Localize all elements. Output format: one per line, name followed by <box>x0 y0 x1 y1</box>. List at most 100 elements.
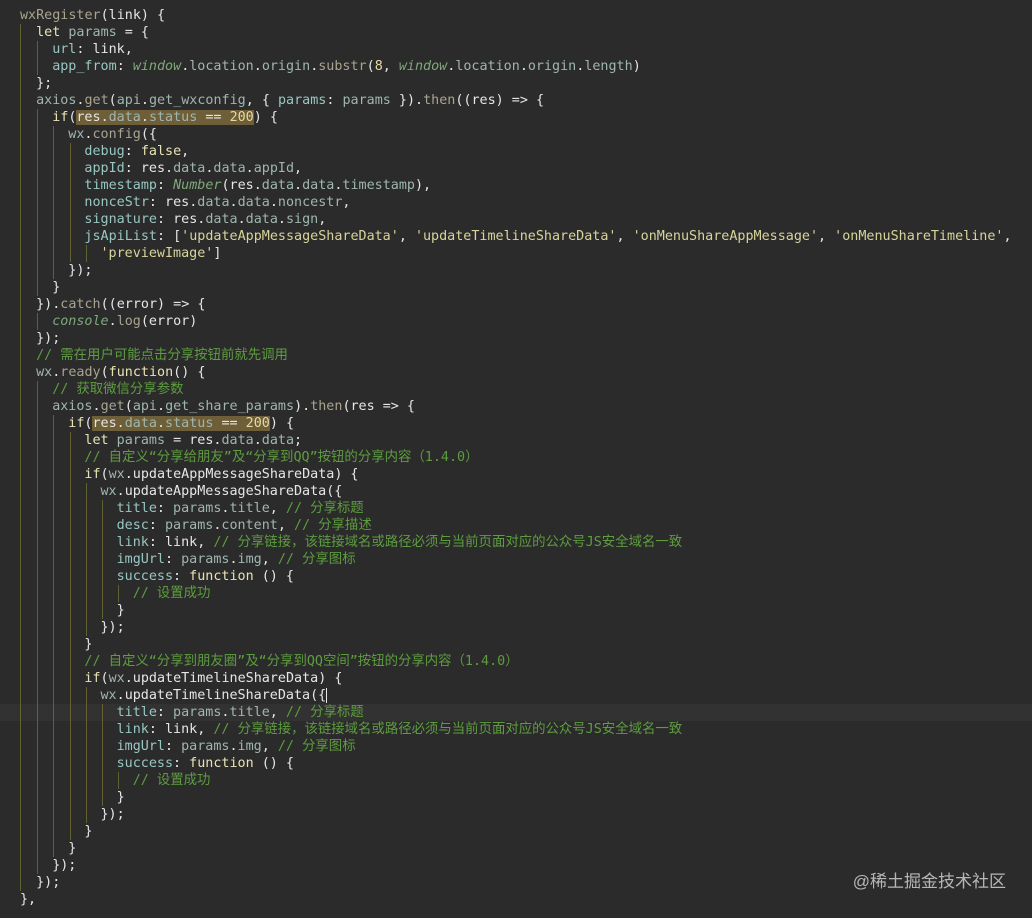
code-line[interactable]: } <box>0 840 1032 857</box>
code-line[interactable]: imgUrl: params.img, // 分享图标 <box>0 738 1032 755</box>
code-line[interactable]: } <box>0 636 1032 653</box>
code-line[interactable]: }, <box>0 891 1032 908</box>
code-line[interactable]: wx.config({ <box>0 126 1032 143</box>
code-token: . <box>124 671 133 686</box>
code-line[interactable]: app_from: window.location.origin.substr(… <box>0 58 1032 75</box>
indent-guide <box>20 670 21 687</box>
code-token: wx <box>68 127 85 142</box>
indent-guide <box>70 585 71 602</box>
indent-guide <box>37 500 38 517</box>
code-token: ( <box>124 399 133 414</box>
code-token: wx <box>100 688 117 703</box>
code-line[interactable]: jsApiList: ['updateAppMessageShareData',… <box>0 228 1032 245</box>
code-text: } <box>84 823 92 840</box>
code-token: data <box>237 195 270 210</box>
code-line[interactable]: imgUrl: params.img, // 分享图标 <box>0 551 1032 568</box>
code-line[interactable]: title: params.title, // 分享标题 <box>0 704 1032 721</box>
code-line[interactable]: // 设置成功 <box>0 585 1032 602</box>
code-line[interactable]: if(res.data.status == 200) { <box>0 109 1032 126</box>
code-line[interactable]: link: link, // 分享链接，该链接域名或路径必须与当前页面对应的公众… <box>0 721 1032 738</box>
code-line[interactable]: wxRegister(link) { <box>0 7 1032 24</box>
indent-guide <box>70 738 71 755</box>
indent-guide <box>20 279 21 296</box>
code-token: params <box>181 739 230 754</box>
code-line[interactable]: desc: params.content, // 分享描述 <box>0 517 1032 534</box>
code-token: . <box>140 110 149 125</box>
code-token: . <box>237 212 246 227</box>
code-line[interactable]: wx.updateTimelineShareData({ <box>0 687 1032 704</box>
indent-guide <box>86 585 87 602</box>
code-line[interactable]: url: link, <box>0 41 1032 58</box>
code-token: () { <box>173 365 206 380</box>
code-token: . <box>229 739 238 754</box>
code-token: }; <box>36 76 53 91</box>
code-text: // 获取微信分享参数 <box>52 381 183 398</box>
code-line[interactable]: }); <box>0 619 1032 636</box>
code-line[interactable]: appId: res.data.data.appId, <box>0 160 1032 177</box>
code-line[interactable]: }); <box>0 330 1032 347</box>
code-line[interactable]: axios.get(api.get_wxconfig, { params: pa… <box>0 92 1032 109</box>
code-token: // 分享链接，该链接域名或路径必须与当前页面对应的公众号JS安全域名一致 <box>213 535 683 550</box>
code-line[interactable]: timestamp: Number(res.data.data.timestam… <box>0 177 1032 194</box>
code-token: (link) { <box>100 8 166 23</box>
code-line[interactable]: console.log(error) <box>0 313 1032 330</box>
code-line[interactable]: }; <box>0 75 1032 92</box>
code-line[interactable]: wx.updateAppMessageShareData({ <box>0 483 1032 500</box>
code-token: get <box>84 93 109 108</box>
code-line[interactable]: }); <box>0 806 1032 823</box>
code-line[interactable]: wx.ready(function() { <box>0 364 1032 381</box>
code-token: (res. <box>221 178 262 193</box>
code-token: : <box>173 756 190 771</box>
code-line[interactable]: // 需在用户可能点击分享按钮前就先调用 <box>0 347 1032 364</box>
watermark: @稀土掘金技术社区 <box>852 872 1006 891</box>
code-line[interactable]: if(res.data.status == 200) { <box>0 415 1032 432</box>
code-token: ((error) => { <box>100 297 206 312</box>
code-token: false <box>140 144 182 159</box>
code-token: } <box>116 790 125 805</box>
code-line[interactable]: } <box>0 789 1032 806</box>
indent-guide <box>20 432 21 449</box>
code-token: . <box>229 195 238 210</box>
code-line[interactable]: title: params.title, // 分享标题 <box>0 500 1032 517</box>
indent-guide <box>53 517 54 534</box>
indent-guide <box>37 772 38 789</box>
indent-guide <box>37 636 38 653</box>
code-line[interactable]: // 获取微信分享参数 <box>0 381 1032 398</box>
code-line[interactable]: if(wx.updateTimelineShareData) { <box>0 670 1032 687</box>
code-line[interactable]: }); <box>0 262 1032 279</box>
code-line[interactable]: success: function () { <box>0 568 1032 585</box>
code-line[interactable]: }).catch((error) => { <box>0 296 1032 313</box>
code-line[interactable]: } <box>0 602 1032 619</box>
indent-guide <box>20 840 21 857</box>
code-line[interactable]: success: function () { <box>0 755 1032 772</box>
indent-guide <box>20 636 21 653</box>
code-line[interactable]: } <box>0 279 1032 296</box>
code-line[interactable]: nonceStr: res.data.data.noncestr, <box>0 194 1032 211</box>
code-token: axios <box>52 399 93 414</box>
code-line[interactable]: signature: res.data.data.sign, <box>0 211 1032 228</box>
indent-guide <box>20 381 21 398</box>
code-text: jsApiList: ['updateAppMessageShareData',… <box>84 228 1011 245</box>
code-line[interactable]: // 自定义“分享到朋友圈”及“分享到QQ空间”按钮的分享内容（1.4.0） <box>0 653 1032 670</box>
code-token: (res => { <box>342 399 415 414</box>
code-line[interactable]: debug: false, <box>0 143 1032 160</box>
code-line[interactable]: 'previewImage'] <box>0 245 1032 262</box>
code-line[interactable]: axios.get(api.get_share_params).then(res… <box>0 398 1032 415</box>
indent-guide <box>102 704 103 721</box>
indent-guide <box>20 534 21 551</box>
code-line[interactable]: if(wx.updateAppMessageShareData) { <box>0 466 1032 483</box>
indent-guide <box>20 24 21 41</box>
code-editor[interactable]: wxRegister(link) {let params = {url: lin… <box>0 0 1032 918</box>
code-line[interactable]: let params = { <box>0 24 1032 41</box>
indent-guide <box>53 211 54 228</box>
code-text: }); <box>36 874 60 891</box>
indent-guide <box>86 789 87 806</box>
code-line[interactable]: } <box>0 823 1032 840</box>
code-line[interactable]: // 设置成功 <box>0 772 1032 789</box>
indent-guide <box>37 619 38 636</box>
code-line[interactable]: link: link, // 分享链接，该链接域名或路径必须与当前页面对应的公众… <box>0 534 1032 551</box>
code-line[interactable]: let params = res.data.data; <box>0 432 1032 449</box>
code-line[interactable]: // 自定义“分享给朋友”及“分享到QQ”按钮的分享内容（1.4.0） <box>0 449 1032 466</box>
code-token: window <box>398 59 448 74</box>
code-token: . <box>140 93 149 108</box>
